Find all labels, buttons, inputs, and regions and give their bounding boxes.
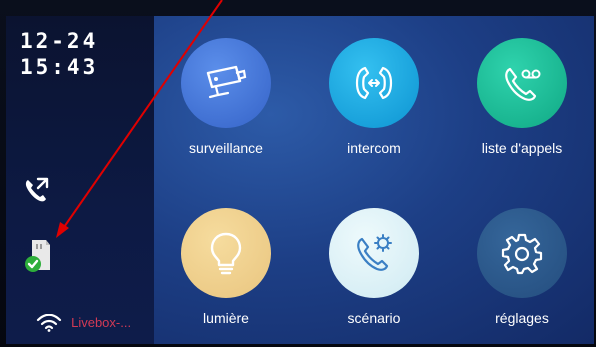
- phone-gear-icon: [357, 234, 392, 271]
- tile-label: lumière: [203, 310, 249, 326]
- voicemail-icon: [505, 67, 541, 101]
- tile-light[interactable]: lumière: [151, 208, 301, 326]
- clock: 12-24 15:43: [20, 28, 98, 80]
- touch-screen: 12-24 15:43 Livebox-... surveillance int…: [6, 16, 594, 344]
- tile-label: scénario: [347, 310, 401, 326]
- tile-settings[interactable]: réglages: [447, 208, 594, 326]
- tile-label: réglages: [495, 310, 549, 326]
- sidebar: 12-24 15:43 Livebox-...: [6, 16, 154, 344]
- wifi-icon: [36, 313, 62, 332]
- lightbulb-icon: [210, 232, 242, 275]
- intercom-circle: [329, 38, 419, 128]
- tile-label: intercom: [347, 140, 401, 156]
- intercom-icon: [355, 66, 393, 100]
- tile-label: liste d'appels: [481, 140, 563, 156]
- gear-icon: [501, 233, 543, 275]
- scenario-circle: [329, 208, 419, 298]
- camera-icon: [206, 65, 247, 99]
- date-display: 12-24: [20, 29, 99, 53]
- sd-card-ok-icon[interactable]: [24, 238, 54, 274]
- call-log-circle: [477, 38, 567, 128]
- tile-surveillance[interactable]: surveillance: [151, 38, 301, 156]
- light-circle: [181, 208, 271, 298]
- wifi-network-name: Livebox-...: [71, 315, 132, 330]
- tile-label: surveillance: [189, 140, 263, 156]
- time-display: 15:43: [20, 55, 99, 79]
- wifi-status[interactable]: Livebox-...: [36, 312, 131, 332]
- settings-circle: [477, 208, 567, 298]
- tile-intercom[interactable]: intercom: [299, 38, 449, 156]
- missed-call-icon[interactable]: [22, 176, 50, 204]
- tile-call-log[interactable]: liste d'appels: [447, 38, 594, 156]
- surveillance-circle: [181, 38, 271, 128]
- tile-scenario[interactable]: scénario: [299, 208, 449, 326]
